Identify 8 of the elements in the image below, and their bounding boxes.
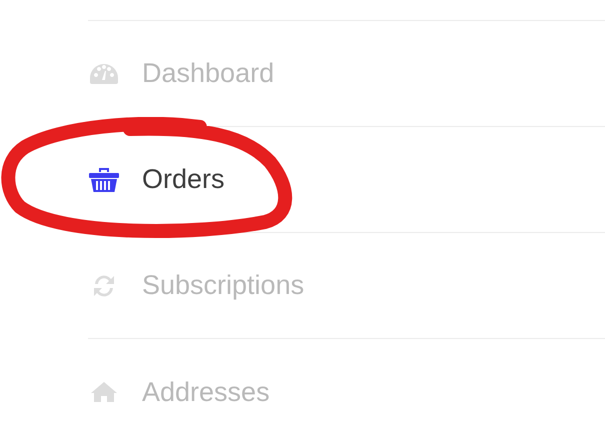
menu-item[interactable]: Subscriptions — [88, 265, 304, 306]
basket-icon — [88, 166, 120, 194]
house-icon — [90, 381, 118, 403]
menu-item[interactable]: Addresses — [88, 372, 270, 412]
gauge-icon — [89, 62, 119, 86]
menu-item[interactable]: Orders — [88, 159, 225, 200]
menu-item[interactable]: Dashboard — [88, 53, 274, 94]
refresh-icon — [91, 272, 117, 298]
